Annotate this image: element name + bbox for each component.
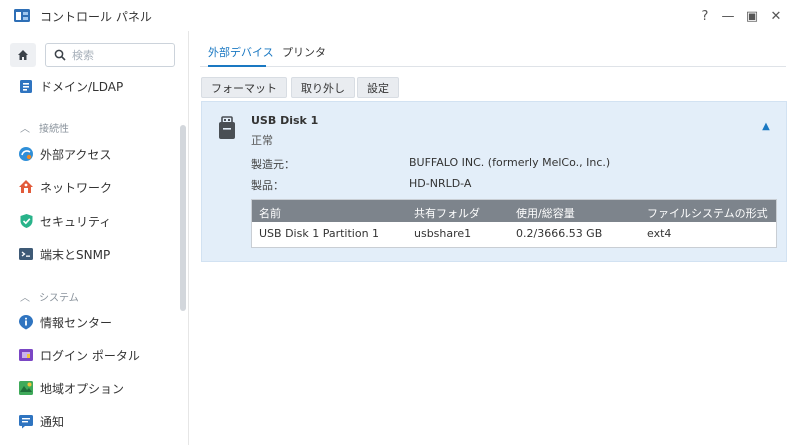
table-header: 名前 共有フォルダ 使用/総容量 ファイルシステムの形式 [252, 200, 776, 222]
product-value: HD-NRLD-A [409, 177, 472, 190]
network-icon [18, 179, 34, 195]
device-panel[interactable]: USB Disk 1 正常 ▲ 製造元： BUFFALO INC. (forme… [201, 101, 787, 262]
table-row[interactable]: USB Disk 1 Partition 1 usbshare1 0.2/366… [252, 222, 776, 247]
sidebar-item-label: ドメイン/LDAP [40, 79, 124, 94]
close-icon[interactable]: ✕ [767, 7, 785, 25]
sidebar-item-info-center[interactable]: 情報センター [0, 307, 180, 337]
tab-printer[interactable]: プリンタ [282, 44, 326, 60]
notification-icon [18, 413, 34, 429]
sidebar-item-label: セキュリティ [40, 214, 112, 229]
tab-external-devices[interactable]: 外部デバイス [208, 44, 274, 60]
search-icon [54, 49, 66, 61]
sidebar-item-label: 通知 [40, 414, 65, 429]
sidebar-scrollbar[interactable] [180, 125, 186, 311]
window-title: コントロール パネル [40, 10, 152, 24]
chevron-up-icon: ︿ [20, 124, 30, 135]
chevron-up-icon: ︿ [20, 293, 30, 304]
minimize-icon[interactable]: — [719, 7, 737, 25]
section-header-system[interactable]: ︿ システム [20, 289, 79, 304]
help-icon[interactable]: ? [696, 7, 714, 25]
login-portal-icon [18, 347, 34, 363]
info-center-icon [18, 314, 34, 330]
sidebar-item-security[interactable]: セキュリティ [0, 206, 180, 236]
sidebar-item-network[interactable]: ネットワーク [0, 172, 180, 202]
main-content: 外部デバイス プリンタ フォーマット 取り外し 設定 USB Disk 1 正常… [190, 31, 800, 445]
capacity-cell: 0.2/3666.53 GB [516, 227, 603, 240]
home-icon [18, 50, 28, 60]
sidebar-item-terminal-snmp[interactable]: 端末とSNMP [0, 239, 180, 269]
sidebar-item-label: ログイン ポータル [40, 348, 140, 363]
control-panel-app-icon [14, 9, 30, 22]
device-status: 正常 [251, 134, 273, 147]
sidebar-item-notification[interactable]: 通知 [0, 406, 180, 436]
format-button[interactable]: フォーマット [201, 77, 287, 98]
partition-name-cell: USB Disk 1 Partition 1 [259, 227, 380, 240]
section-header-connectivity[interactable]: ︿ 接続性 [20, 120, 69, 135]
settings-button[interactable]: 設定 [357, 77, 399, 98]
product-label: 製品： [251, 179, 284, 192]
sidebar-item-external-access[interactable]: 外部アクセス [0, 139, 180, 169]
regional-options-icon [18, 380, 34, 396]
column-header-filesystem[interactable]: ファイルシステムの形式 [647, 205, 768, 221]
usb-drive-icon [219, 116, 235, 139]
tab-bar: 外部デバイス プリンタ [200, 31, 786, 67]
sidebar: ドメイン/LDAP ︿ 接続性 外部アクセス ネットワーク セキュリティ 端末と… [0, 31, 189, 445]
terminal-icon [18, 246, 34, 262]
search-input[interactable] [72, 48, 167, 62]
partition-table: 名前 共有フォルダ 使用/総容量 ファイルシステムの形式 USB Disk 1 … [251, 199, 777, 248]
column-header-shared-folder[interactable]: 共有フォルダ [414, 205, 480, 221]
section-title: システム [39, 293, 79, 304]
active-tab-indicator [208, 65, 266, 67]
sidebar-item-label: 情報センター [40, 315, 113, 330]
sidebar-item-label: 外部アクセス [40, 147, 112, 162]
home-button[interactable] [10, 43, 36, 67]
sidebar-item-label: ネットワーク [40, 180, 113, 195]
title-bar: コントロール パネル ? — ▣ ✕ [0, 0, 800, 31]
shared-folder-cell: usbshare1 [414, 227, 472, 240]
column-header-capacity[interactable]: 使用/総容量 [516, 205, 575, 221]
manufacturer-value: BUFFALO INC. (formerly MelCo., Inc.) [409, 156, 611, 169]
sidebar-item-label: 端末とSNMP [40, 247, 111, 262]
filesystem-cell: ext4 [647, 227, 672, 240]
search-box[interactable] [45, 43, 175, 67]
security-shield-icon [18, 213, 34, 229]
sidebar-item-login-portal[interactable]: ログイン ポータル [0, 340, 180, 370]
domain-ldap-icon [18, 78, 34, 94]
column-header-name[interactable]: 名前 [259, 205, 281, 221]
eject-button[interactable]: 取り外し [291, 77, 355, 98]
sidebar-item-domain-ldap[interactable]: ドメイン/LDAP [0, 71, 180, 101]
sidebar-item-label: 地域オプション [40, 381, 125, 396]
external-access-icon [18, 146, 34, 162]
manufacturer-label: 製造元： [251, 158, 295, 171]
section-title: 接続性 [39, 124, 69, 135]
chevron-up-icon[interactable]: ▲ [760, 120, 772, 132]
sidebar-item-regional-options[interactable]: 地域オプション [0, 373, 180, 403]
maximize-icon[interactable]: ▣ [743, 7, 761, 25]
device-name: USB Disk 1 [251, 114, 319, 127]
